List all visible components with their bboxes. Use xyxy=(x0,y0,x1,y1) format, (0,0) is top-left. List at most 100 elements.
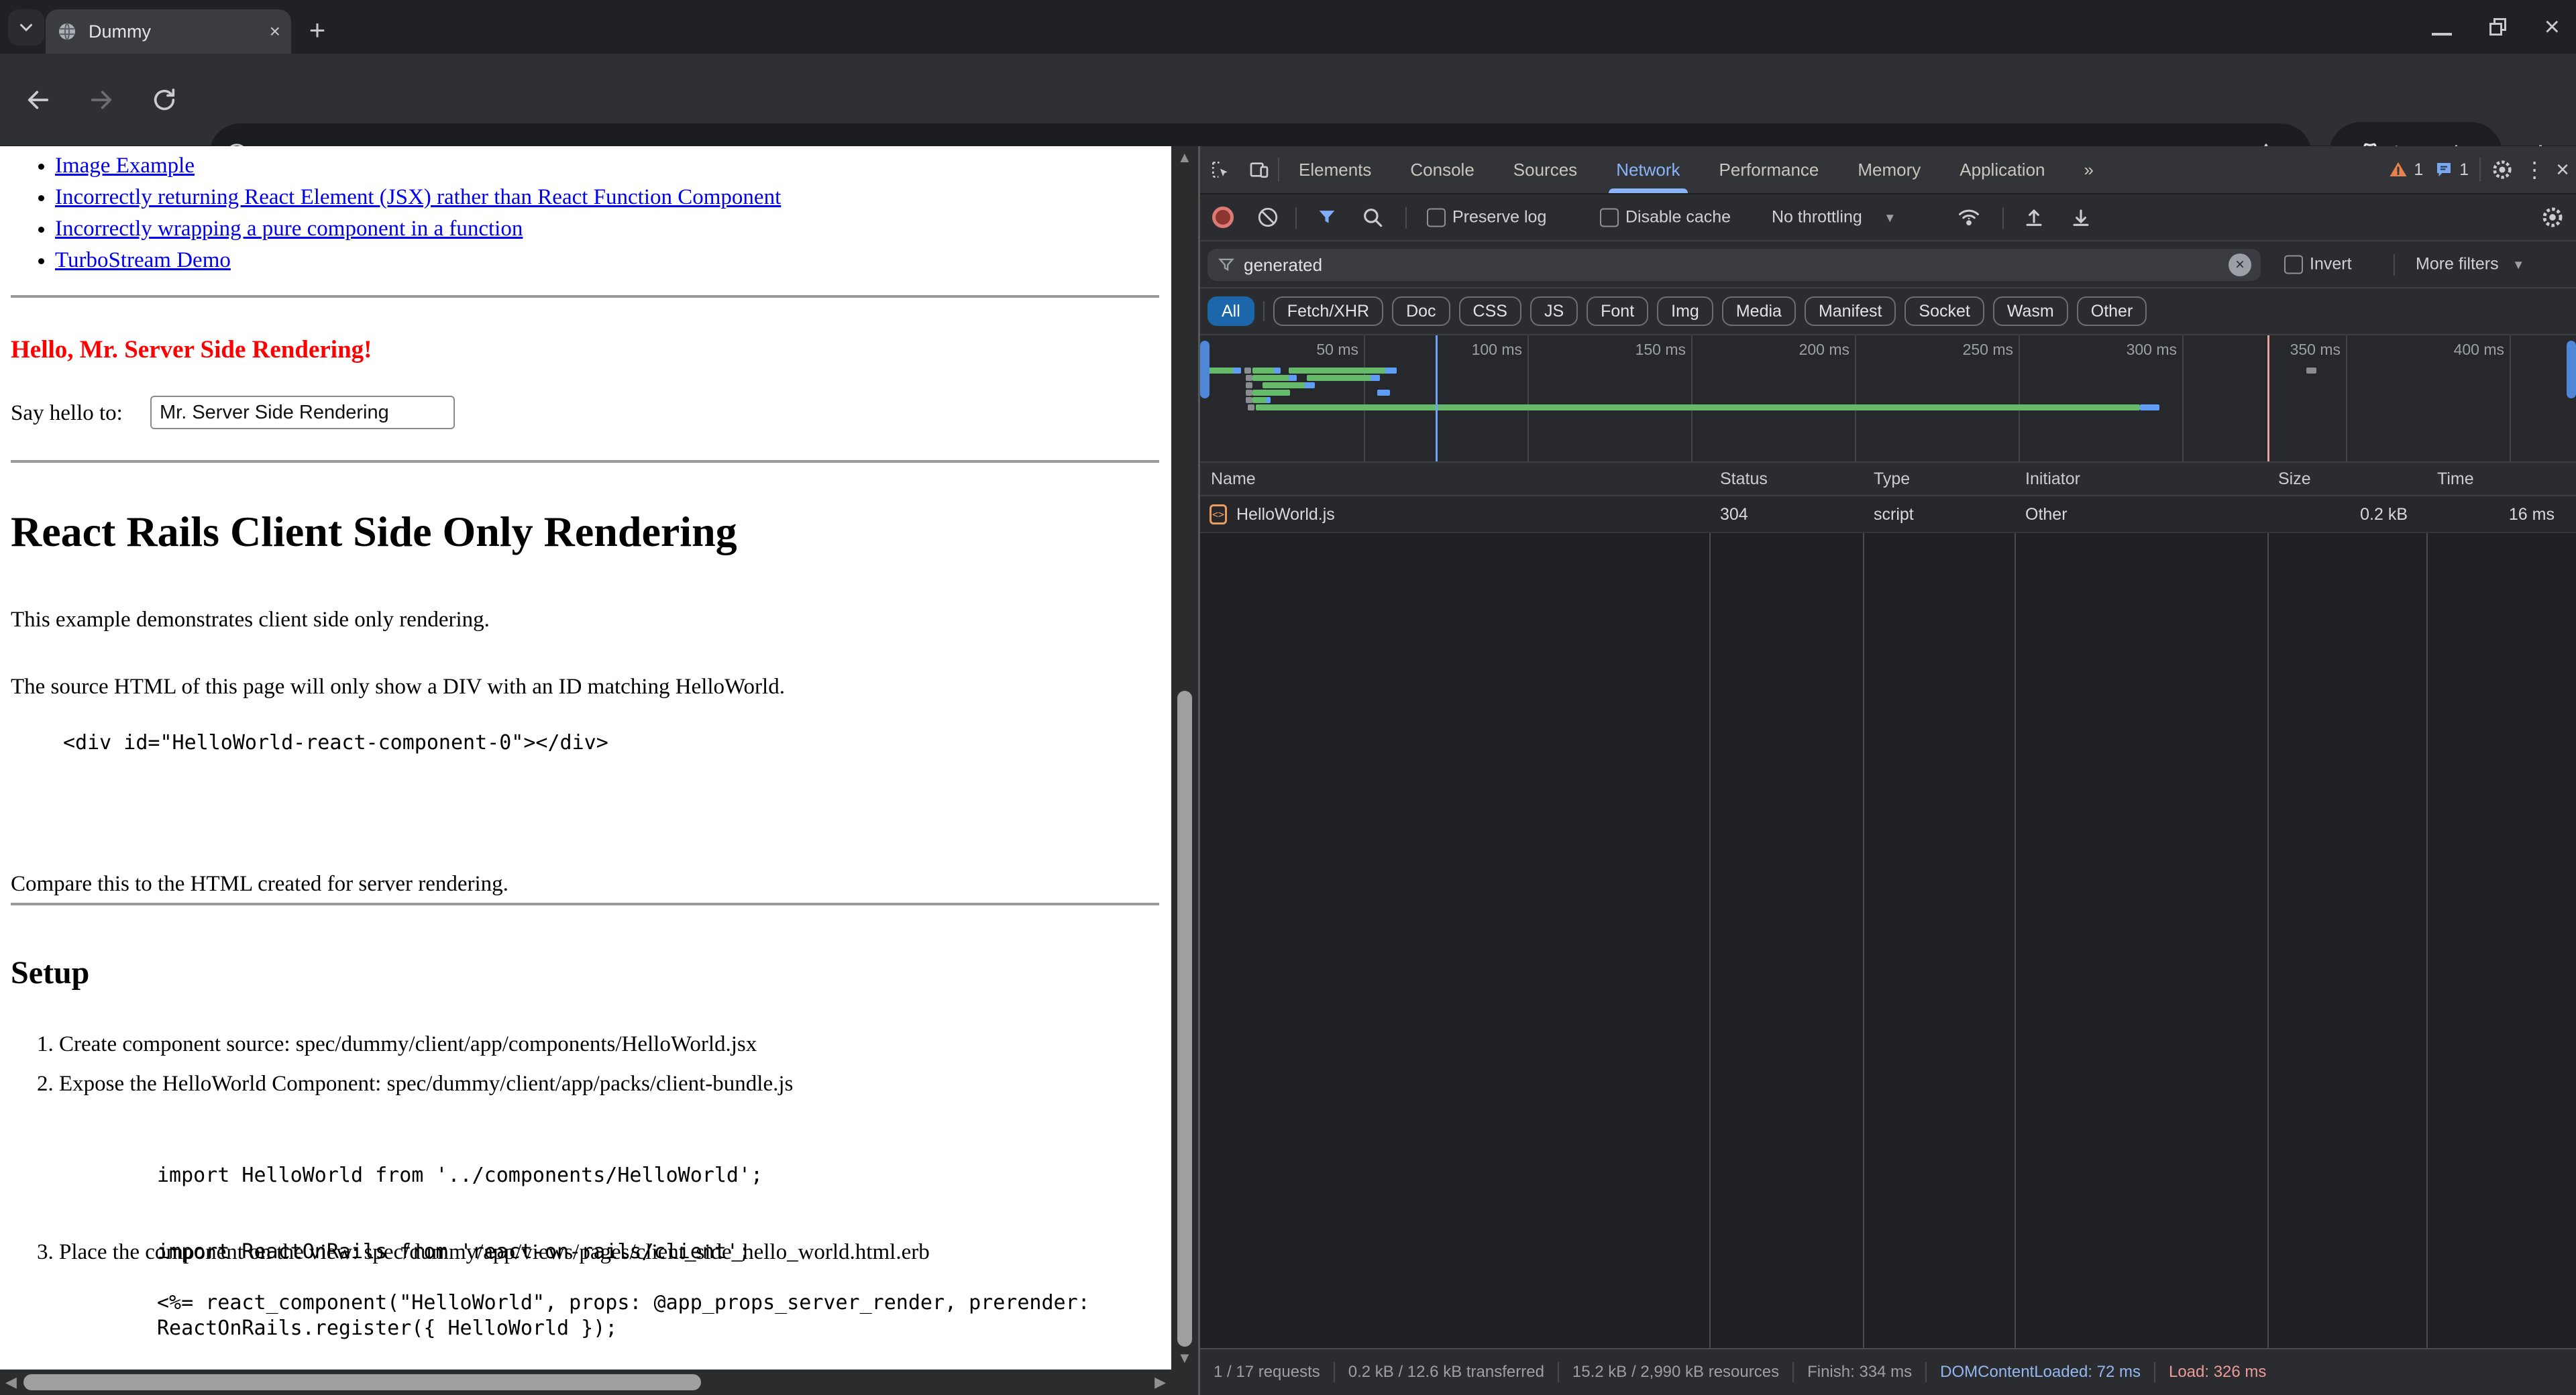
column-divider[interactable] xyxy=(2426,463,2428,1348)
horizontal-scrollbar-thumb[interactable] xyxy=(23,1374,701,1390)
tab-sources[interactable]: Sources xyxy=(1494,146,1597,193)
chip-other[interactable]: Other xyxy=(2077,296,2147,326)
minimize-button[interactable] xyxy=(2432,33,2452,36)
timeline-gridline xyxy=(2346,335,2347,461)
tab-console[interactable]: Console xyxy=(1391,146,1493,193)
more-tabs-button[interactable]: » xyxy=(2065,146,2113,193)
download-icon xyxy=(2070,206,2092,229)
scroll-right-icon[interactable]: ▶ xyxy=(1155,1375,1166,1390)
script-file-icon: <> xyxy=(1210,504,1227,524)
restore-button[interactable] xyxy=(2489,18,2507,36)
link-image-example[interactable]: Image Example xyxy=(55,154,195,178)
more-filters-dropdown[interactable]: More filters ▾ xyxy=(2416,255,2522,274)
column-divider[interactable] xyxy=(2267,463,2269,1348)
filter-toggle-button[interactable] xyxy=(1316,206,1338,229)
network-conditions-button[interactable] xyxy=(1957,205,1981,229)
tab-network[interactable]: Network xyxy=(1597,146,1699,193)
page-link-list: Image Example Incorrectly returning Reac… xyxy=(11,150,781,276)
column-divider[interactable] xyxy=(1709,463,1711,1348)
list-item: TurboStream Demo xyxy=(55,245,781,276)
export-har-button[interactable] xyxy=(2070,206,2092,229)
checkbox-icon xyxy=(2284,255,2303,274)
requests-table: Name Status Type Initiator Size Time <> … xyxy=(1200,463,2576,1348)
chip-media[interactable]: Media xyxy=(1722,296,1796,326)
record-button[interactable] xyxy=(1212,207,1234,228)
transferred: 0.2 kB / 12.6 kB transferred xyxy=(1348,1363,1544,1382)
devtools-menu-kebab-icon[interactable]: ⋮ xyxy=(2524,157,2545,182)
close-window-button[interactable]: × xyxy=(2544,18,2560,36)
column-divider[interactable] xyxy=(1863,463,1864,1348)
horizontal-scrollbar[interactable]: ◀ ▶ xyxy=(0,1370,1171,1395)
timeline-tick-label: 400 ms xyxy=(2404,341,2504,359)
chip-wasm[interactable]: Wasm xyxy=(1993,296,2068,326)
chip-font[interactable]: Font xyxy=(1587,296,1648,326)
resources: 15.2 kB / 2,990 kB resources xyxy=(1572,1363,1779,1382)
clear-button[interactable] xyxy=(1256,206,1279,229)
chip-socket[interactable]: Socket xyxy=(1904,296,1984,326)
link-pure-component[interactable]: Incorrectly wrapping a pure component in… xyxy=(55,217,523,241)
forward-button[interactable] xyxy=(79,78,123,122)
col-initiator[interactable]: Initiator xyxy=(2025,469,2080,489)
waterfall-bar xyxy=(1233,368,1241,374)
chip-all[interactable]: All xyxy=(1208,296,1254,326)
new-tab-button[interactable]: + xyxy=(301,15,334,48)
reload-button[interactable] xyxy=(142,78,186,122)
waterfall-bar xyxy=(2140,404,2159,410)
table-row[interactable]: <> HelloWorld.js 304 script Other 0.2 kB… xyxy=(1200,496,2576,533)
back-button[interactable] xyxy=(16,78,60,122)
vertical-scrollbar[interactable]: ▲ ▼ xyxy=(1171,146,1198,1370)
disable-cache-checkbox[interactable]: Disable cache xyxy=(1600,208,1731,227)
list-item: Incorrectly wrapping a pure component in… xyxy=(55,213,781,245)
issues-badge[interactable]: 1 xyxy=(2434,160,2469,180)
network-settings-gear-icon[interactable] xyxy=(2541,206,2564,229)
chip-img[interactable]: Img xyxy=(1657,296,1713,326)
column-divider[interactable] xyxy=(2015,463,2016,1348)
device-toolbar-icon[interactable] xyxy=(1240,159,1278,180)
name-input[interactable] xyxy=(150,396,455,429)
network-conditions-icon xyxy=(1957,205,1981,229)
tab-close-icon[interactable]: × xyxy=(270,21,280,42)
invert-checkbox[interactable]: Invert xyxy=(2284,255,2352,274)
chip-css[interactable]: CSS xyxy=(1459,296,1521,326)
browser-tab[interactable]: Dummy × xyxy=(46,9,291,54)
col-time[interactable]: Time xyxy=(2437,469,2474,489)
network-search-button[interactable] xyxy=(1361,206,1384,229)
settings-gear-icon[interactable] xyxy=(2491,159,2513,180)
request-status: 304 xyxy=(1720,505,1748,524)
scroll-left-icon[interactable]: ◀ xyxy=(5,1375,17,1390)
throttling-dropdown[interactable]: No throttling ▾ xyxy=(1772,208,1894,227)
warnings-badge[interactable]: 1 xyxy=(2388,160,2423,180)
tab-elements[interactable]: Elements xyxy=(1279,146,1391,193)
search-icon xyxy=(1361,206,1384,229)
tab-memory[interactable]: Memory xyxy=(1838,146,1940,193)
hello-heading: Hello, Mr. Server Side Rendering! xyxy=(11,335,372,364)
network-overview[interactable]: 50 ms100 ms150 ms200 ms250 ms300 ms350 m… xyxy=(1200,335,2576,463)
chip-js[interactable]: JS xyxy=(1530,296,1578,326)
tab-performance[interactable]: Performance xyxy=(1700,146,1839,193)
inspect-element-icon[interactable] xyxy=(1200,159,1240,180)
link-jsx-element[interactable]: Incorrectly returning React Element (JSX… xyxy=(55,185,781,209)
col-type[interactable]: Type xyxy=(1874,469,1910,489)
devtools-close-icon[interactable]: × xyxy=(2556,157,2569,183)
filter-text: generated xyxy=(1244,255,1322,276)
preserve-log-checkbox[interactable]: Preserve log xyxy=(1427,208,1546,227)
col-status[interactable]: Status xyxy=(1720,469,1768,489)
chip-doc[interactable]: Doc xyxy=(1392,296,1450,326)
chip-fetch-xhr[interactable]: Fetch/XHR xyxy=(1273,296,1383,326)
link-turbostream[interactable]: TurboStream Demo xyxy=(55,248,231,272)
col-size[interactable]: Size xyxy=(2278,469,2311,489)
clear-filter-icon[interactable]: × xyxy=(2229,254,2251,276)
tab-search-button[interactable] xyxy=(8,9,44,46)
waterfall-bar xyxy=(1248,404,1254,410)
import-har-button[interactable] xyxy=(2023,206,2045,229)
col-name[interactable]: Name xyxy=(1211,469,1256,489)
tab-application[interactable]: Application xyxy=(1940,146,2064,193)
filter-input[interactable]: generated × xyxy=(1208,249,2261,281)
vertical-scrollbar-thumb[interactable] xyxy=(1177,691,1192,1347)
load-event-line xyxy=(2267,335,2269,461)
scroll-up-icon[interactable]: ▲ xyxy=(1177,150,1192,165)
scroll-down-icon[interactable]: ▼ xyxy=(1177,1351,1192,1365)
navigation-toolbar: localhost:3000/client_side_hello_world I… xyxy=(0,54,2576,146)
chip-manifest[interactable]: Manifest xyxy=(1805,296,1896,326)
waterfall-bar xyxy=(1289,368,1397,374)
